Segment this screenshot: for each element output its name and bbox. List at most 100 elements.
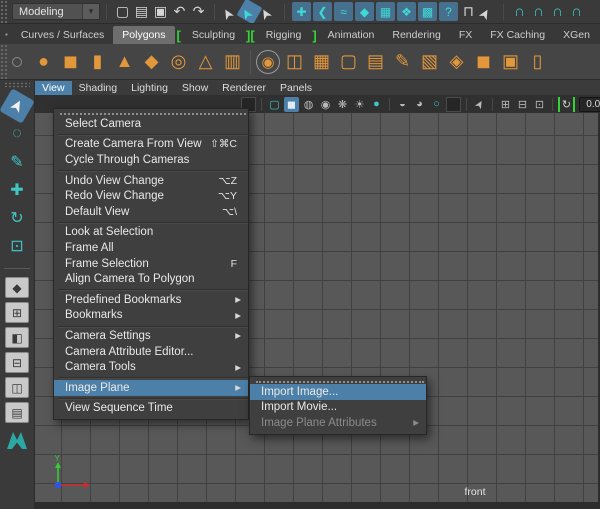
smooth-icon[interactable]: ◉: [256, 50, 280, 74]
poly-pipe-icon[interactable]: ▥: [220, 49, 245, 75]
poly-torus-icon[interactable]: ◎: [166, 49, 191, 75]
snap-plane-icon[interactable]: ◆: [355, 2, 374, 21]
select-tool[interactable]: ➤: [0, 88, 35, 124]
anti-alias-icon[interactable]: ○: [429, 97, 444, 112]
panel-menu-lighting[interactable]: Lighting: [124, 81, 175, 95]
wireframe-cube-icon[interactable]: ▢: [336, 49, 361, 75]
shaded-mode-icon[interactable]: ◼: [284, 97, 299, 112]
menu-item-import-image[interactable]: Import Image...: [250, 384, 426, 400]
menu-item-bookmarks[interactable]: Bookmarks ▶: [54, 308, 248, 324]
panel-menu-panels[interactable]: Panels: [273, 81, 319, 95]
magnet-grid-icon[interactable]: ∩: [510, 2, 529, 21]
menu-item-select-camera[interactable]: Select Camera: [54, 116, 248, 132]
menu-item-camera-settings[interactable]: Camera Settings ▶: [54, 328, 248, 344]
tab-fx-caching[interactable]: FX Caching: [481, 26, 554, 44]
toolbox-drag-handle[interactable]: [4, 82, 30, 88]
menu-item-frame-selection[interactable]: Frame Selection F: [54, 256, 248, 272]
wireframe-mode-icon[interactable]: ▢: [267, 97, 282, 112]
mirror-icon[interactable]: ◫: [282, 49, 307, 75]
poly-cone-icon[interactable]: ▲: [112, 49, 137, 75]
poly-sphere-icon[interactable]: ●: [31, 49, 56, 75]
shelf-item-menu-icon[interactable]: [12, 57, 22, 67]
shelf-icons-drag-handle[interactable]: [0, 44, 7, 79]
insert-edge-icon[interactable]: ▯: [525, 49, 550, 75]
menu-set-selector[interactable]: Modeling ▾: [12, 3, 100, 20]
chevron-down-icon[interactable]: ▾: [82, 4, 99, 19]
magnet-curve-icon[interactable]: ∩: [529, 2, 548, 21]
menu-item-predefined-bookmarks[interactable]: Predefined Bookmarks ▶: [54, 292, 248, 308]
tab-xgen[interactable]: XGen: [554, 26, 599, 44]
ambient-occlusion-icon[interactable]: ◕: [412, 97, 427, 112]
subdivide-icon[interactable]: ▦: [309, 49, 334, 75]
shelf-options-icon[interactable]: ▪: [5, 28, 8, 40]
poly-pyramid-icon[interactable]: △: [193, 49, 218, 75]
panel-menu-view[interactable]: View: [35, 81, 72, 95]
panel-menu-shading[interactable]: Shading: [72, 81, 125, 95]
default-material-icon[interactable]: ●: [369, 97, 384, 112]
layout-single-pane[interactable]: ◆: [5, 277, 29, 298]
frame-value-field[interactable]: 0.00: [579, 97, 600, 112]
redo-icon[interactable]: ↷: [189, 2, 208, 21]
layout-outliner-persp[interactable]: ◧: [5, 327, 29, 348]
tearoff-panel-icon[interactable]: ⊞: [498, 97, 513, 112]
menu-item-frame-all[interactable]: Frame All: [54, 240, 248, 256]
menu-item-default-view[interactable]: Default View ⌥\: [54, 204, 248, 220]
rotate-tool[interactable]: ↻: [4, 205, 30, 231]
cursor-icon[interactable]: ➤: [475, 0, 501, 24]
wire-on-shaded-icon[interactable]: ❋: [335, 97, 350, 112]
submenu-tearoff[interactable]: [250, 377, 426, 384]
open-scene-icon[interactable]: ▤: [132, 2, 151, 21]
paint-select-tool[interactable]: ✎: [4, 149, 30, 175]
snap-help-icon[interactable]: ?: [439, 2, 458, 21]
poly-cube-icon[interactable]: ◼: [58, 49, 83, 75]
tab-animation[interactable]: Animation: [319, 26, 384, 44]
menu-item-image-plane[interactable]: Image Plane ▶: [54, 380, 248, 396]
layout-four-view[interactable]: ⊞: [5, 302, 29, 323]
move-tool[interactable]: ✚: [4, 177, 30, 203]
tab-polygons[interactable]: Polygons: [113, 26, 174, 44]
menu-item-redo-view-change[interactable]: Redo View Change ⌥Y: [54, 188, 248, 204]
copy-panel-icon[interactable]: ⊟: [515, 97, 530, 112]
tab-curves-surfaces[interactable]: Curves / Surfaces: [12, 26, 113, 44]
snap-center-icon[interactable]: ❖: [397, 2, 416, 21]
toolbar-drag-handle[interactable]: [0, 0, 7, 23]
magnet-plane-icon[interactable]: ∩: [567, 2, 586, 21]
layout-pair[interactable]: ▤: [5, 402, 29, 423]
combine-icon[interactable]: ◼: [471, 49, 496, 75]
menu-item-create-camera-from-view[interactable]: Create Camera From View ⇧⌘C: [54, 137, 248, 153]
isolate-select-icon[interactable]: ➤: [469, 95, 489, 113]
view-menu-tearoff[interactable]: [54, 109, 248, 116]
create-curve-icon[interactable]: ✎: [390, 49, 415, 75]
poly-plane-icon[interactable]: ◆: [139, 49, 164, 75]
shadows-icon[interactable]: ◒: [395, 97, 410, 112]
menu-item-camera-tools[interactable]: Camera Tools ▶: [54, 359, 248, 375]
menu-item-cycle-through-cameras[interactable]: Cycle Through Cameras: [54, 152, 248, 168]
menu-item-camera-attribute-editor[interactable]: Camera Attribute Editor...: [54, 344, 248, 360]
snap-grid-icon[interactable]: ✚: [292, 2, 311, 21]
refresh-bracket-icon[interactable]: ↻: [558, 97, 575, 112]
extrude-icon[interactable]: ▧: [417, 49, 442, 75]
select-component-icon[interactable]: ➤: [256, 0, 282, 24]
snap-curve-icon[interactable]: ❮: [313, 2, 332, 21]
image-panel-icon[interactable]: ⊡: [532, 97, 547, 112]
tab-rendering[interactable]: Rendering: [383, 26, 449, 44]
save-scene-icon[interactable]: ▣: [151, 2, 170, 21]
edge-loop-icon[interactable]: ▣: [498, 49, 523, 75]
poly-cylinder-icon[interactable]: ▮: [85, 49, 110, 75]
snap-render-icon[interactable]: ▩: [418, 2, 437, 21]
menu-item-align-camera-to-polygon[interactable]: Align Camera To Polygon: [54, 271, 248, 287]
tab-rigging[interactable]: Rigging: [257, 26, 311, 44]
menu-item-import-movie[interactable]: Import Movie...: [250, 400, 426, 416]
menu-item-look-at-selection[interactable]: Look at Selection: [54, 225, 248, 241]
tab-fx[interactable]: FX: [450, 26, 481, 44]
menu-item-view-sequence-time[interactable]: View Sequence Time: [54, 401, 248, 417]
tab-sculpting[interactable]: Sculpting: [183, 26, 244, 44]
layout-hypershade-persp[interactable]: ◫: [5, 377, 29, 398]
use-all-lights-icon[interactable]: ☀: [352, 97, 367, 112]
menu-item-undo-view-change[interactable]: Undo View Change ⌥Z: [54, 173, 248, 189]
undo-icon[interactable]: ↶: [170, 2, 189, 21]
scale-tool[interactable]: ⊡: [4, 233, 30, 259]
textured-mode-icon[interactable]: ◍: [301, 97, 316, 112]
panel-menu-show[interactable]: Show: [175, 81, 215, 95]
snap-point-icon[interactable]: ≈: [334, 2, 353, 21]
